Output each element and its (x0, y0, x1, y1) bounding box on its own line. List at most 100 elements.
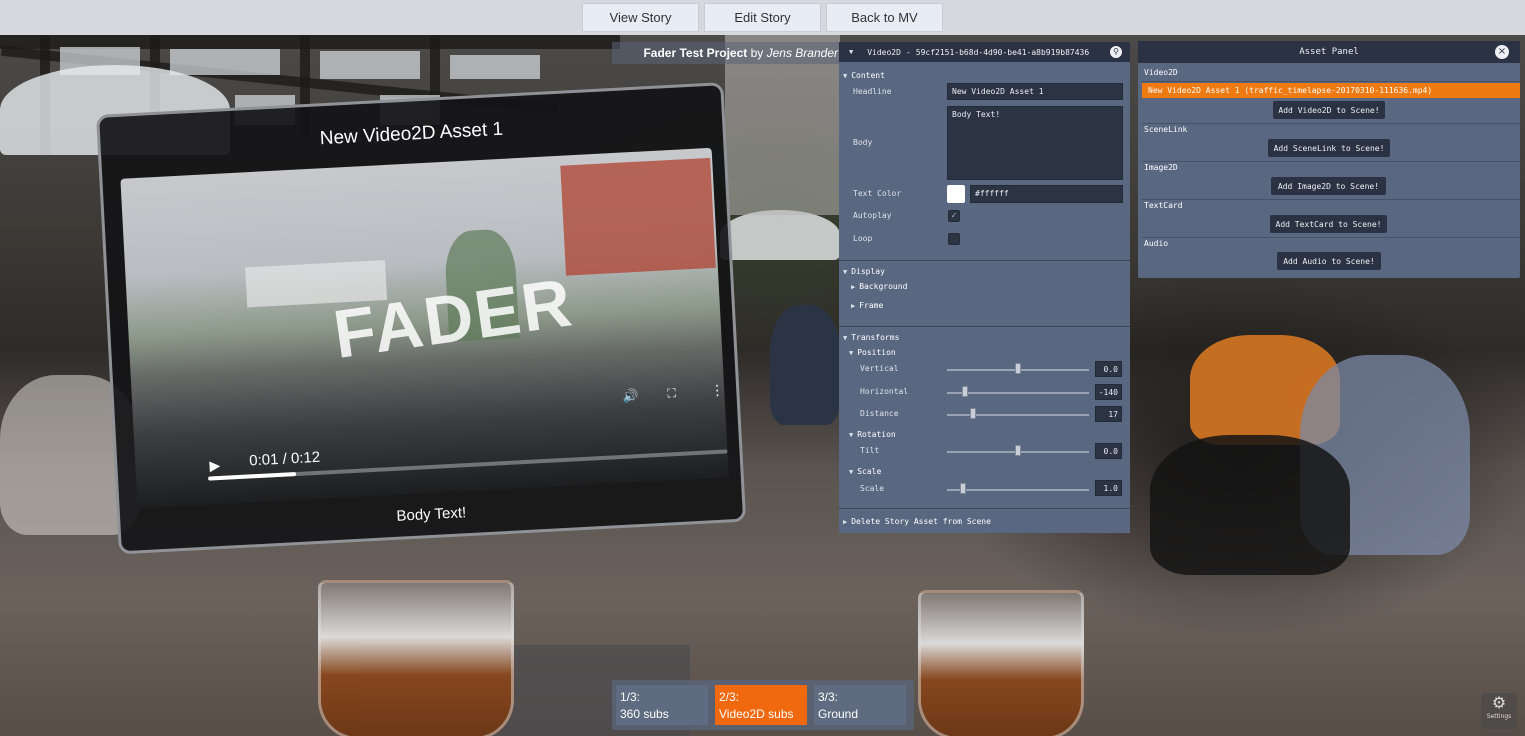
category-divider (1142, 199, 1520, 200)
horizontal-value[interactable]: -140 (1095, 384, 1122, 400)
display-frame-label: Frame (859, 301, 884, 310)
asset-panel-header: Asset Panel (1138, 41, 1520, 63)
category-scenelink[interactable]: SceneLink (1144, 125, 1187, 134)
group-scale[interactable]: ▼ Scale (849, 467, 881, 476)
settings-button[interactable]: ⚙ Settings (1481, 693, 1517, 729)
expand-triangle-icon: ▼ (843, 72, 848, 80)
beer-glass (918, 590, 1084, 736)
section-divider (839, 260, 1130, 261)
group-position-label: Position (857, 348, 896, 357)
headline-label: Headline (853, 87, 892, 96)
section-content[interactable]: ▼ Content (843, 71, 885, 80)
expand-triangle-icon: ▼ (849, 349, 854, 357)
search-icon[interactable]: ⚲ (1110, 46, 1122, 58)
collapse-triangle-icon[interactable]: ▼ (849, 48, 853, 56)
distance-slider-handle[interactable] (970, 408, 976, 419)
vertical-value[interactable]: 0.0 (1095, 361, 1122, 377)
category-divider (1142, 81, 1520, 82)
expand-triangle-icon: ▼ (843, 334, 848, 342)
text-color-input[interactable]: #ffffff (970, 185, 1123, 203)
project-title-bar: Fader Test Project by Jens Brander (612, 42, 840, 64)
distance-slider[interactable] (947, 414, 1089, 416)
add-image2d-button[interactable]: Add Image2D to Scene! (1271, 177, 1386, 195)
person (1150, 435, 1350, 575)
fullscreen-icon[interactable]: ⛶ (667, 386, 676, 401)
tilt-value[interactable]: 0.0 (1095, 443, 1122, 459)
section-display-label: Display (851, 267, 885, 276)
asset-panel: Asset Panel × Video2D New Video2D Asset … (1138, 41, 1520, 278)
section-transforms[interactable]: ▼ Transforms (843, 333, 899, 342)
display-background-label: Background (859, 282, 908, 291)
scale-slider-handle[interactable] (960, 483, 966, 494)
separator: - (905, 47, 911, 57)
section-content-label: Content (851, 71, 885, 80)
top-toolbar: View Story Edit Story Back to MV (0, 0, 1525, 35)
video-seek-progress (208, 472, 297, 481)
video-building (560, 157, 716, 276)
category-divider (1142, 237, 1520, 238)
group-rotation[interactable]: ▼ Rotation (849, 430, 896, 439)
more-options-icon[interactable]: ⋮ (710, 382, 725, 400)
category-audio[interactable]: Audio (1144, 239, 1168, 248)
scale-slider[interactable] (947, 489, 1089, 491)
back-to-mv-button[interactable]: Back to MV (826, 3, 943, 32)
window-pane (450, 55, 540, 79)
add-video2d-button[interactable]: Add Video2D to Scene! (1273, 101, 1385, 119)
autoplay-label: Autoplay (853, 211, 892, 220)
headline-input[interactable]: New Video2D Asset 1 (947, 83, 1123, 100)
project-by: by (750, 46, 764, 60)
tilt-slider-handle[interactable] (1015, 445, 1021, 456)
display-frame[interactable]: ▶ Frame (851, 301, 883, 310)
vertical-slider-handle[interactable] (1015, 363, 1021, 374)
add-scenelink-button[interactable]: Add SceneLink to Scene! (1268, 139, 1390, 157)
asset-type: Video2D (867, 47, 901, 57)
scene-selector: 1/3: 360 subs 2/3: Video2D subs 3/3: Gro… (612, 680, 914, 730)
expand-triangle-icon: ▼ (843, 268, 848, 276)
color-swatch[interactable] (947, 185, 965, 203)
inspector-header[interactable]: ▼ Video2D - 59cf2151-b68d-4d90-be41-a8b9… (839, 42, 1130, 62)
category-textcard[interactable]: TextCard (1144, 201, 1183, 210)
play-icon[interactable]: ▶ (209, 457, 221, 475)
vertical-label: Vertical (860, 364, 899, 373)
expand-triangle-icon: ▼ (849, 431, 854, 439)
delete-asset-button[interactable]: ▶ Delete Story Asset from Scene (843, 517, 991, 526)
group-position[interactable]: ▼ Position (849, 348, 896, 357)
volume-icon[interactable]: 🔊 (622, 388, 639, 405)
edit-story-button[interactable]: Edit Story (704, 3, 821, 32)
tilt-label: Tilt (860, 446, 880, 455)
category-video2d[interactable]: Video2D (1144, 68, 1178, 77)
horizontal-slider-handle[interactable] (962, 386, 968, 397)
scene-button-3[interactable]: 3/3: Ground (814, 685, 906, 725)
body-textarea[interactable]: Body Text! (947, 106, 1123, 180)
horizontal-slider[interactable] (947, 392, 1089, 394)
category-divider (1142, 161, 1520, 162)
asset-panel-title: Asset Panel (1299, 47, 1359, 57)
display-background[interactable]: ▶ Background (851, 282, 907, 291)
add-audio-button[interactable]: Add Audio to Scene! (1277, 252, 1381, 270)
group-scale-label: Scale (857, 467, 882, 476)
scale-label: Scale (860, 484, 885, 493)
add-textcard-button[interactable]: Add TextCard to Scene! (1270, 215, 1387, 233)
expand-triangle-icon: ▼ (849, 468, 854, 476)
scene-name: Video2D subs (719, 707, 794, 721)
settings-label: Settings (1486, 713, 1512, 720)
close-icon[interactable]: × (1495, 45, 1509, 59)
video2d-card[interactable]: New Video2D Asset 1 FADER 🔊 ⛶ ⋮ ▶ 0:01 /… (96, 82, 747, 555)
beer-glass (318, 580, 514, 736)
inspector-panel: ▼ Video2D - 59cf2151-b68d-4d90-be41-a8b9… (839, 42, 1130, 533)
autoplay-checkbox[interactable]: ✓ (948, 210, 960, 222)
distance-value[interactable]: 17 (1095, 406, 1122, 422)
video-player[interactable]: FADER 🔊 ⛶ ⋮ ▶ 0:01 / 0:12 (120, 147, 729, 509)
body-label: Body (853, 138, 873, 147)
view-story-button[interactable]: View Story (582, 3, 699, 32)
scene-button-2[interactable]: 2/3: Video2D subs (715, 685, 807, 725)
asset-id: 59cf2151-b68d-4d90-be41-a8b919b87436 (915, 47, 1090, 57)
scale-value[interactable]: 1.0 (1095, 480, 1122, 496)
scene-index: 2/3: (719, 690, 740, 704)
section-display[interactable]: ▼ Display (843, 267, 885, 276)
category-divider (1142, 123, 1520, 124)
selected-asset-item[interactable]: New Video2D Asset 1 (traffic_timelapse-2… (1142, 83, 1520, 98)
loop-checkbox[interactable] (948, 233, 960, 245)
category-image2d[interactable]: Image2D (1144, 163, 1178, 172)
scene-button-1[interactable]: 1/3: 360 subs (616, 685, 708, 725)
